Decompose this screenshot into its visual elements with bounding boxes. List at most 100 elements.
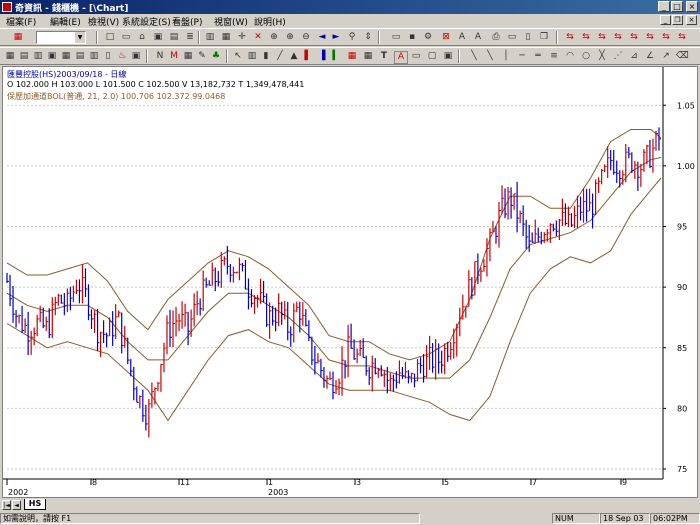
alert-icon[interactable]: ♨ bbox=[116, 51, 128, 62]
news-icon[interactable]: ▥ bbox=[88, 51, 100, 62]
close-button[interactable]: × bbox=[686, 1, 698, 12]
symbol-combo[interactable]: ▼ bbox=[36, 31, 86, 44]
menu-edit[interactable]: 編輯(E) bbox=[50, 15, 81, 28]
font-up-icon[interactable]: A bbox=[456, 32, 468, 43]
arrow-icon[interactable]: ↗ bbox=[660, 51, 672, 62]
zoom-out-icon[interactable]: ⊖ bbox=[300, 32, 312, 43]
menu-file[interactable]: 檔案(F) bbox=[6, 15, 36, 28]
price-chart[interactable]: 75808590951.001.0520028 11 120033 5 7 9 bbox=[3, 67, 697, 497]
grid-toggle-icon[interactable]: ▦ bbox=[362, 51, 374, 62]
doc-icon[interactable]: ▯ bbox=[102, 51, 114, 62]
mdi-restore-button[interactable]: ❐ bbox=[672, 15, 683, 25]
report-icon[interactable]: ▥ bbox=[204, 32, 216, 43]
fan-icon[interactable]: ⋰ bbox=[612, 51, 624, 62]
layout-grid-icon[interactable]: ▦ bbox=[60, 51, 72, 62]
trendline-icon[interactable]: ╲ bbox=[468, 51, 480, 62]
info-icon[interactable]: ▣ bbox=[130, 51, 142, 62]
pointer-icon[interactable]: ↖ bbox=[232, 51, 244, 62]
sheet-icon[interactable]: ▥ bbox=[32, 51, 44, 62]
bars-icon[interactable]: ▌ bbox=[302, 51, 314, 62]
area-icon[interactable]: ▲ bbox=[288, 51, 300, 62]
cascade-icon[interactable]: ⇆ bbox=[596, 32, 608, 43]
exit-icon[interactable]: ⊠ bbox=[440, 32, 452, 43]
copy-icon[interactable]: ❐ bbox=[538, 32, 550, 43]
report-list-icon[interactable]: ▤ bbox=[74, 51, 86, 62]
prev-sheet-button[interactable]: ◄ bbox=[12, 500, 21, 510]
scroll-right-icon[interactable]: ► bbox=[330, 32, 342, 43]
tile-v-icon[interactable]: ⇆ bbox=[580, 32, 592, 43]
text-icon[interactable]: T bbox=[378, 51, 390, 62]
tools-icon[interactable]: ⚙ bbox=[422, 32, 434, 43]
n-chart-icon[interactable]: N bbox=[154, 51, 166, 62]
quote-icon[interactable]: ▦ bbox=[12, 32, 24, 43]
arc-icon[interactable]: ◠ bbox=[564, 51, 576, 62]
open-icon[interactable]: ▭ bbox=[120, 32, 132, 43]
volume-icon[interactable]: ▐ bbox=[316, 51, 328, 62]
indicator-icon[interactable]: ▍ bbox=[330, 51, 342, 62]
new-icon[interactable]: □ bbox=[104, 32, 116, 43]
merge-icon[interactable]: ⇆ bbox=[660, 32, 672, 43]
line-chart-icon[interactable]: ╱ bbox=[274, 51, 286, 62]
circle-icon[interactable]: ○ bbox=[580, 51, 592, 62]
gann-icon[interactable]: ╳ bbox=[596, 51, 608, 62]
maximize-button[interactable]: □ bbox=[671, 1, 683, 12]
scroll-left-icon[interactable]: ◄ bbox=[316, 32, 328, 43]
data-icon[interactable]: ▦ bbox=[182, 51, 194, 62]
tile-h-icon[interactable]: ⇆ bbox=[564, 32, 576, 43]
minimize-button[interactable]: _ bbox=[658, 1, 670, 12]
delete-icon[interactable]: ✕ bbox=[252, 32, 264, 43]
window-icon[interactable]: ▣ bbox=[152, 32, 164, 43]
chevron-down-icon[interactable]: ▼ bbox=[75, 32, 85, 43]
crosshair-icon[interactable]: ✛ bbox=[236, 32, 248, 43]
save-icon[interactable]: ▪ bbox=[406, 32, 418, 43]
first-sheet-button[interactable]: |◄ bbox=[2, 500, 11, 510]
eraser-icon[interactable]: ⌫ bbox=[676, 51, 689, 62]
speed-icon[interactable]: ⊿ bbox=[628, 51, 640, 62]
chart-icon[interactable]: ▦ bbox=[4, 51, 16, 62]
font-down-icon[interactable]: A bbox=[472, 32, 484, 43]
layer-icon[interactable]: ▣ bbox=[442, 51, 454, 62]
candle-icon[interactable]: ▮ bbox=[260, 51, 272, 62]
hline-icon[interactable]: ─ bbox=[516, 51, 528, 62]
ray-icon[interactable]: ╲ bbox=[484, 51, 496, 62]
angle-icon[interactable]: ∠ bbox=[644, 51, 656, 62]
list-icon[interactable]: ≣ bbox=[184, 32, 196, 43]
sheet-tab-hs[interactable]: HS bbox=[24, 499, 46, 510]
preview-icon[interactable]: ▭ bbox=[506, 32, 518, 43]
vline-icon[interactable]: │ bbox=[500, 51, 512, 62]
menu-help[interactable]: 說明(H) bbox=[254, 15, 286, 28]
zoom-in-icon[interactable]: ⊕ bbox=[284, 32, 296, 43]
link-icon[interactable]: ⌂ bbox=[136, 32, 148, 43]
swap-icon[interactable]: ⇆ bbox=[676, 32, 688, 43]
fib-icon[interactable]: ≡ bbox=[548, 51, 560, 62]
text-color-icon[interactable]: A bbox=[394, 51, 408, 64]
menu-quote[interactable]: 看盤(P) bbox=[172, 15, 202, 28]
split-icon[interactable]: ⇆ bbox=[644, 32, 656, 43]
bar-chart-icon[interactable]: ▥ bbox=[246, 51, 258, 62]
grid-icon[interactable]: ▤ bbox=[168, 32, 180, 43]
folder-icon[interactable]: ▭ bbox=[390, 32, 402, 43]
image-icon[interactable]: ▭ bbox=[410, 51, 422, 62]
sort-icon[interactable]: ⇕ bbox=[362, 32, 374, 43]
channel-icon[interactable]: ═ bbox=[532, 51, 544, 62]
zoom-icon[interactable]: ⊕ bbox=[268, 32, 280, 43]
search-icon[interactable]: ⚲ bbox=[346, 32, 358, 43]
page-icon[interactable]: ▯ bbox=[522, 32, 534, 43]
frame-icon[interactable]: ▢ bbox=[426, 51, 438, 62]
chart-panel[interactable]: 匯豐控股(HS)2003/09/18 - 日線 O 102.000 H 103.… bbox=[2, 66, 698, 498]
print-icon[interactable]: ⎙ bbox=[490, 32, 502, 43]
arrange-icon[interactable]: ⇆ bbox=[612, 32, 624, 43]
tree-icon[interactable]: ♣ bbox=[210, 51, 222, 62]
calendar-icon[interactable]: ▦ bbox=[220, 32, 232, 43]
mdi-close-button[interactable]: × bbox=[686, 15, 697, 25]
mdi-minimize-button[interactable]: _ bbox=[660, 15, 671, 25]
menu-view[interactable]: 檢視(V) bbox=[88, 15, 119, 28]
menu-window[interactable]: 視窗(W) bbox=[214, 15, 248, 28]
color-icon[interactable]: ▦ bbox=[346, 51, 358, 62]
m-chart-icon[interactable]: M bbox=[168, 51, 180, 62]
panel-icon[interactable]: ▣ bbox=[46, 51, 58, 62]
pen-icon[interactable]: ✎ bbox=[196, 51, 208, 62]
table-icon[interactable]: ▤ bbox=[18, 51, 30, 62]
menu-settings[interactable]: 系統設定(S) bbox=[122, 15, 171, 28]
layout-icon[interactable]: ⇆ bbox=[628, 32, 640, 43]
